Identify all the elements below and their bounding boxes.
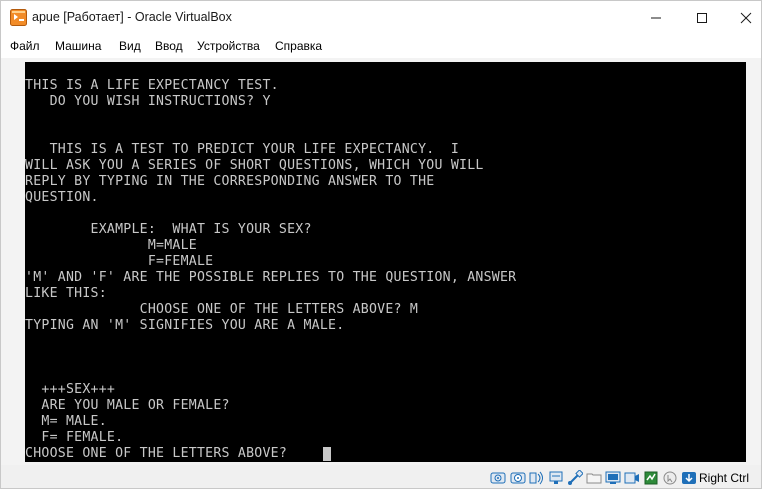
- text-cursor: [323, 447, 331, 461]
- terminal-line: CHOOSE ONE OF THE LETTERS ABOVE? M: [25, 302, 419, 317]
- terminal-line: THIS IS A LIFE EXPECTANCY TEST.: [25, 78, 279, 93]
- hard-disk-icon[interactable]: [490, 470, 506, 486]
- keyboard-capture-icon[interactable]: [681, 470, 697, 486]
- host-key-label: Right Ctrl: [699, 471, 750, 485]
- terminal-line: TYPING AN 'M' SIGNIFIES YOU ARE A MALE.: [25, 318, 345, 333]
- terminal-line: F= FEMALE.: [25, 430, 124, 445]
- menu-help[interactable]: Справка: [275, 39, 322, 53]
- cpu-activity-icon[interactable]: [643, 470, 659, 486]
- shared-folders-icon[interactable]: [586, 470, 602, 486]
- terminal-prompt-line: CHOOSE ONE OF THE LETTERS ABOVE?: [25, 446, 296, 461]
- terminal-line: DO YOU WISH INSTRUCTIONS? Y: [25, 94, 271, 109]
- terminal-line: LIKE THIS:: [25, 286, 107, 301]
- network-icon[interactable]: [548, 470, 564, 486]
- menu-bar: Файл Машина Вид Ввод Устройства Справка: [1, 34, 761, 58]
- minimize-icon: [651, 17, 661, 18]
- menu-file[interactable]: Файл: [10, 39, 40, 53]
- audio-icon[interactable]: [529, 470, 545, 486]
- display-icon[interactable]: [605, 470, 621, 486]
- usb-icon[interactable]: [567, 470, 583, 486]
- close-button[interactable]: [723, 1, 761, 34]
- optical-drive-icon[interactable]: [510, 470, 526, 486]
- terminal-line: THIS IS A TEST TO PREDICT YOUR LIFE EXPE…: [25, 142, 460, 157]
- close-icon: [740, 12, 752, 23]
- maximize-icon: [697, 12, 707, 23]
- minimize-button[interactable]: [633, 1, 679, 34]
- terminal-line: REPLY BY TYPING IN THE CORRESPONDING ANS…: [25, 174, 435, 189]
- terminal-line: WILL ASK YOU A SERIES OF SHORT QUESTIONS…: [25, 158, 484, 173]
- terminal-line: M=MALE: [25, 238, 197, 253]
- terminal-line: F=FEMALE: [25, 254, 214, 269]
- terminal-line: M= MALE.: [25, 414, 107, 429]
- menu-view[interactable]: Вид: [119, 39, 141, 53]
- maximize-button[interactable]: [679, 1, 725, 34]
- status-bar: Right Ctrl: [1, 465, 761, 488]
- terminal-line: EXAMPLE: WHAT IS YOUR SEX?: [25, 222, 312, 237]
- guest-display[interactable]: THIS IS A LIFE EXPECTANCY TEST. DO YOU W…: [25, 62, 746, 462]
- virtualbox-window: apue [Работает] - Oracle VirtualBox Файл…: [0, 0, 762, 489]
- menu-input[interactable]: Ввод: [155, 39, 183, 53]
- title-bar[interactable]: apue [Работает] - Oracle VirtualBox: [1, 1, 761, 34]
- virtualbox-app-icon[interactable]: [10, 9, 27, 26]
- mouse-integration-icon[interactable]: [662, 470, 678, 486]
- window-title: apue [Работает] - Oracle VirtualBox: [32, 10, 232, 24]
- terminal-line: ARE YOU MALE OR FEMALE?: [25, 398, 230, 413]
- terminal-line: +++SEX+++: [25, 382, 116, 397]
- recording-icon[interactable]: [624, 470, 640, 486]
- menu-devices[interactable]: Устройства: [197, 39, 260, 53]
- terminal-line: 'M' AND 'F' ARE THE POSSIBLE REPLIES TO …: [25, 270, 517, 285]
- terminal-line: QUESTION.: [25, 190, 99, 205]
- menu-machine[interactable]: Машина: [55, 39, 101, 53]
